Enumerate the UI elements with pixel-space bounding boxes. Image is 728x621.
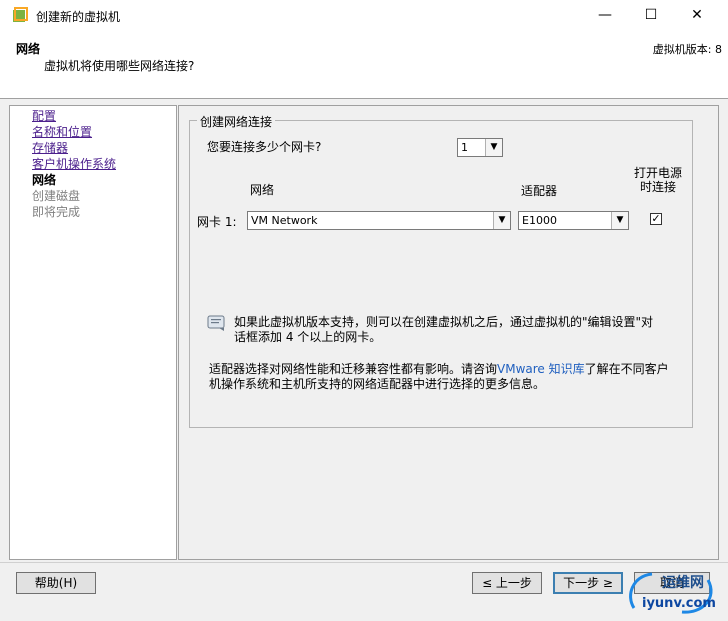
nic-count-value: 1 (461, 141, 468, 154)
check-icon: ✓ (651, 212, 661, 225)
network-value: VM Network (251, 214, 318, 227)
chevron-down-icon: ▼ (493, 212, 510, 229)
help-button[interactable]: 帮助(H) (16, 572, 96, 594)
connect-at-power-on-checkbox[interactable]: ✓ (650, 213, 662, 225)
network-select[interactable]: VM Network ▼ (247, 211, 511, 230)
chevron-down-icon: ▼ (611, 212, 628, 229)
nav-item-create-disk: 创建磁盘 (32, 189, 81, 203)
wizard-header: 网络 虚拟机将使用哪些网络连接? 虚拟机版本: 8 (0, 30, 728, 99)
minimize-button[interactable]: — (582, 0, 628, 30)
info-note-icon (207, 315, 225, 331)
nic-1-label: 网卡 1: (197, 215, 237, 229)
vm-version-label: 虚拟机版本: 8 (652, 43, 722, 56)
maximize-button[interactable]: ☐ (628, 0, 674, 30)
info-note-text: 如果此虚拟机版本支持，则可以在创建虚拟机之后，通过虚拟机的"编辑设置"对话框添加… (234, 315, 654, 344)
group-legend: 创建网络连接 (197, 113, 276, 130)
column-adapter-header: 适配器 (521, 184, 558, 198)
nav-item-guest-os[interactable]: 客户机操作系统 (32, 157, 116, 172)
column-network-header: 网络 (250, 183, 275, 197)
close-icon: ✕ (691, 7, 703, 23)
adapter-value: E1000 (522, 214, 557, 227)
adapter-select[interactable]: E1000 ▼ (518, 211, 629, 230)
footer-divider (0, 562, 728, 563)
next-button[interactable]: 下一步 ≥ (553, 572, 623, 594)
maximize-icon: ☐ (644, 7, 658, 23)
adapter-note: 适配器选择对网络性能和迁移兼容性都有影响。请咨询VMware 知识库了解在不同客… (209, 362, 679, 392)
site-watermark: 运维网 iyunv.com (622, 568, 722, 618)
adapter-note-prefix: 适配器选择对网络性能和迁移兼容性都有影响。请咨询 (209, 362, 498, 376)
page-subtitle: 虚拟机将使用哪些网络连接? (44, 59, 195, 73)
watermark-subtext: 运维网 (662, 575, 704, 591)
minimize-icon: — (598, 7, 612, 23)
vsphere-vm-icon (13, 7, 28, 22)
vmware-kb-link[interactable]: VMware 知识库 (497, 362, 585, 376)
title-bar: 创建新的虚拟机 — ☐ ✕ (0, 0, 728, 30)
close-button[interactable]: ✕ (674, 0, 720, 30)
nav-item-name-location[interactable]: 名称和位置 (32, 125, 92, 140)
chevron-down-icon: ▼ (485, 139, 502, 156)
nic-count-question: 您要连接多少个网卡? (207, 140, 322, 154)
nav-item-ready-complete: 即将完成 (32, 205, 81, 219)
window-title: 创建新的虚拟机 (36, 10, 121, 24)
column-power-on-header: 打开电源时连接 (633, 166, 682, 194)
watermark-text: iyunv.com (642, 596, 716, 611)
nav-item-network: 网络 (32, 173, 57, 187)
nav-item-storage[interactable]: 存储器 (32, 141, 68, 156)
back-button[interactable]: ≤ 上一步 (472, 572, 542, 594)
nic-count-select[interactable]: 1 ▼ (457, 138, 503, 157)
page-title: 网络 (16, 42, 41, 56)
wizard-steps-nav: 配置 名称和位置 存储器 客户机操作系统 网络 创建磁盘 即将完成 (9, 105, 177, 560)
nav-item-config[interactable]: 配置 (32, 109, 56, 124)
